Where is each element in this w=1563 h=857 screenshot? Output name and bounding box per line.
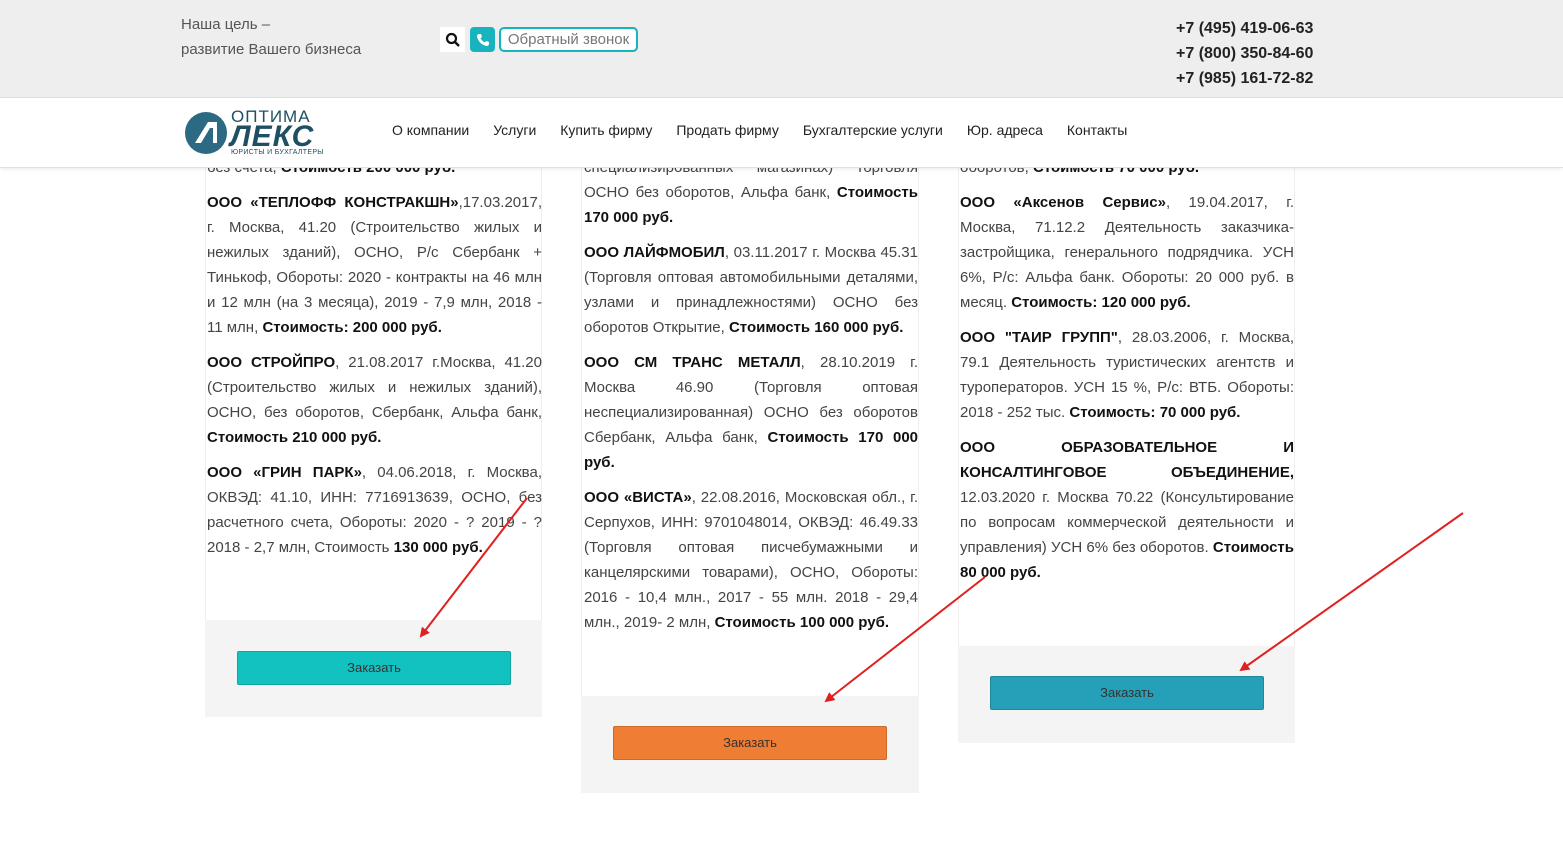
tagline-line1: Наша цель – [181,16,271,33]
logo[interactable]: ОПТИМА ЛЕКС ЮРИСТЫ И БУХГАЛТЕРЫ [183,107,335,158]
nav-item-about[interactable]: О компании [392,122,469,138]
company-entry: ООО «ТЕПЛОФФ КОНСТРАКШН»,17.03.2017, г. … [207,194,542,336]
phone-icon [476,33,489,46]
offer-card-2-text: специализированных магазинах) торговля О… [584,155,918,645]
nav-item-legal-addresses[interactable]: Юр. адреса [967,122,1043,138]
search-button[interactable] [440,27,465,52]
nav-item-sell-company[interactable]: Продать фирму [676,122,778,138]
phone-button[interactable] [470,27,495,52]
company-entry: ООО СТРОЙПРО, 21.08.2017 г.Москва, 41.20… [207,354,542,446]
company-entry: ООО «Аксенов Сервис», 19.04.2017, г. Мос… [960,194,1294,311]
logo-emblem-icon [185,112,227,154]
offer-card-3-text: оборотов, Стоимость 70 000 руб. ООО «Акс… [960,155,1294,595]
search-icon [445,32,460,47]
company-entry: ООО ЛАЙФМОБИЛ, 03.11.2017 г. Москва 45.3… [584,244,918,336]
company-entry: ООО «ГРИН ПАРК», 04.06.2018, г. Москва, … [207,464,542,556]
company-entry: ООО «ВИСТА», 22.08.2016, Московская обл.… [584,489,918,631]
nav-item-contacts[interactable]: Контакты [1067,122,1127,138]
company-entry: ООО "ТАИР ГРУПП", 28.03.2006, г. Москва,… [960,329,1294,421]
phone-number-2[interactable]: +7 (800) 350-84-60 [1176,41,1313,66]
company-entry: ООО ОБРАЗОВАТЕЛЬНОЕ И КОНСАЛТИНГОВОЕ ОБЪ… [960,439,1294,581]
offer-card-1-text: без счета, Стоимость 200 000 руб. ООО «Т… [207,155,542,570]
phone-number-3[interactable]: +7 (985) 161-72-82 [1176,66,1313,91]
nav-item-services[interactable]: Услуги [493,122,536,138]
top-bar: Наша цель – развитие Вашего бизнеса Обра… [0,0,1563,98]
callback-button[interactable]: Обратный звонок [499,27,638,52]
order-button-3[interactable]: Заказать [990,676,1264,710]
logo-text-sub: ЮРИСТЫ И БУХГАЛТЕРЫ [231,149,324,156]
navbar: ОПТИМА ЛЕКС ЮРИСТЫ И БУХГАЛТЕРЫ О компан… [0,98,1563,168]
nav-item-accounting[interactable]: Бухгалтерские услуги [803,122,943,138]
order-button-2[interactable]: Заказать [613,726,887,760]
phone-number-1[interactable]: +7 (495) 419-06-63 [1176,16,1313,41]
tagline-line2: развитие Вашего бизнеса [181,41,362,58]
company-entry: ООО СМ ТРАНС МЕТАЛЛ, 28.10.2019 г. Москв… [584,354,919,471]
phone-list: +7 (495) 419-06-63 +7 (800) 350-84-60 +7… [1176,16,1313,91]
nav-item-buy-company[interactable]: Купить фирму [560,122,652,138]
order-button-1[interactable]: Заказать [237,651,511,685]
tagline: Наша цель – развитие Вашего бизнеса [181,12,361,62]
main-nav: О компании Услуги Купить фирму Продать ф… [392,122,1127,138]
